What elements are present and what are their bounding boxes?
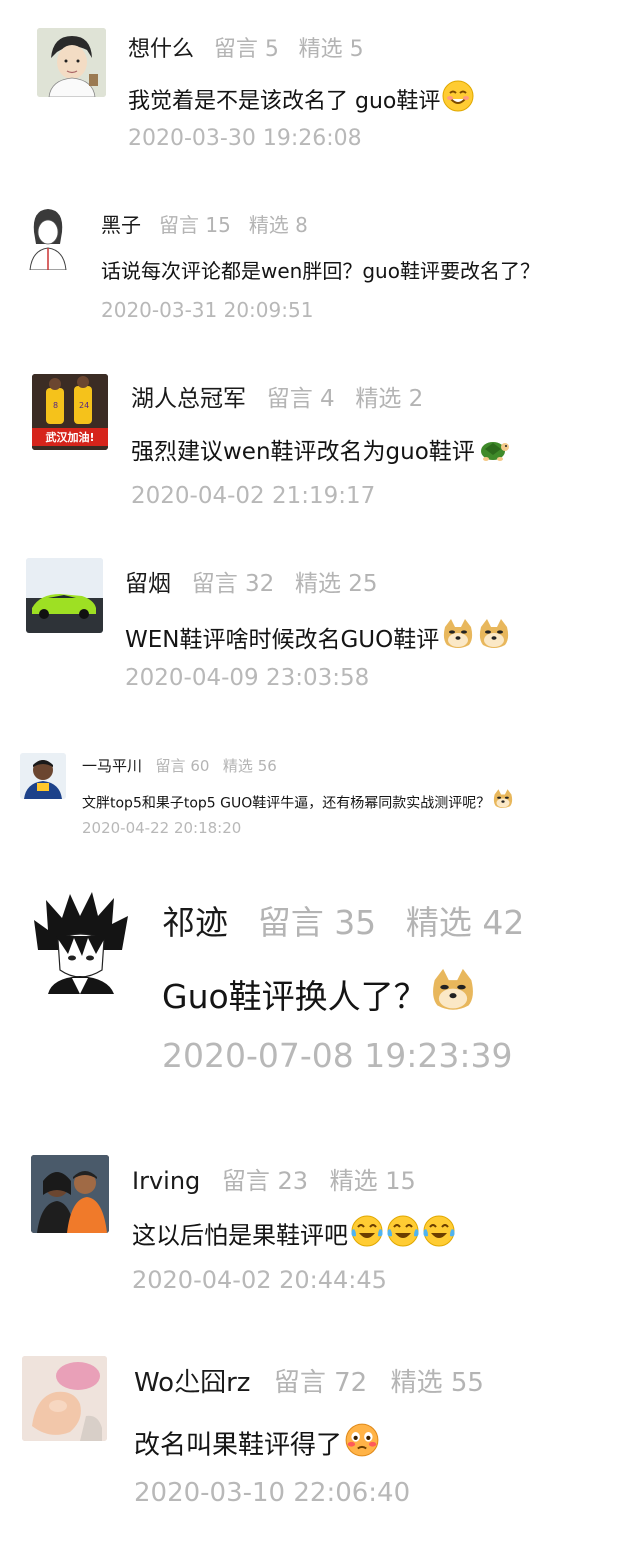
comment-meta: Irving 留言 23 精选 15: [132, 1161, 416, 1196]
comment-feed: { "comments": [ {"username": "想什么", "liu…: [0, 0, 640, 1550]
liuyan-label: 留言: [266, 386, 313, 412]
jingxuan-label: 精选: [294, 571, 341, 597]
tears-of-joy-emoji-icon: [350, 1214, 384, 1254]
comment-text: WEN鞋评啥时候改名GUO鞋评: [125, 617, 511, 657]
liuyan-count: 72: [334, 1368, 368, 1398]
jingxuan-count: 8: [295, 213, 308, 237]
sketch-girl-avatar-icon[interactable]: [24, 204, 72, 270]
comment-timestamp: 2020-04-02 20:44:45: [132, 1266, 387, 1294]
jingxuan-count: 15: [385, 1167, 416, 1195]
comment-text: 强烈建议wen鞋评改名为guo鞋评: [131, 432, 511, 469]
comment-text: 文胖top5和果子top5 GUO鞋评牛逼，还有杨幂同款实战测评呢？: [82, 788, 514, 814]
comment-meta: 一马平川 留言 60 精选 56: [82, 755, 277, 776]
liuyan-count: 32: [245, 571, 275, 597]
avatar-caption: 武汉加油!: [45, 430, 94, 444]
comment-timestamp: 2020-07-08 19:23:39: [162, 1036, 513, 1075]
comment-timestamp: 2020-04-09 23:03:58: [125, 665, 370, 691]
basketball-player-avatar-icon[interactable]: [20, 753, 66, 799]
comment-meta: 黑子 留言 15 精选 8: [101, 209, 308, 238]
comment-text-content: 文胖top5和果子top5 GUO鞋评牛逼，还有杨幂同款实战测评呢？: [82, 795, 491, 812]
green-supercar-avatar-icon[interactable]: [26, 558, 103, 633]
couple-photo-avatar-icon[interactable]: [31, 1155, 109, 1233]
tears-of-joy-emoji-icon: [386, 1214, 420, 1254]
liuyan-count: 60: [190, 757, 210, 775]
liuyan-label: 留言: [273, 1368, 326, 1398]
liuyan-label: 留言: [191, 571, 238, 597]
comment-meta: 想什么 留言 5 精选 5: [128, 31, 364, 63]
comment-meta: 留烟 留言 32 精选 25: [125, 564, 378, 598]
jingxuan-label: 精选: [248, 213, 289, 237]
cartoon-man-avatar-icon[interactable]: [37, 28, 106, 97]
username[interactable]: 一马平川: [82, 757, 142, 775]
jingxuan-label: 精选: [355, 386, 402, 412]
comment-text-content: 这以后怕是果鞋评吧: [132, 1221, 348, 1250]
username[interactable]: 留烟: [125, 571, 171, 597]
jingxuan-count: 56: [257, 757, 277, 775]
jingxuan-label: 精选: [298, 37, 343, 62]
doge-emoji-icon: [429, 966, 477, 1022]
username[interactable]: 黑子: [101, 213, 141, 237]
liuyan-count: 5: [264, 37, 279, 62]
comment-text: Guo鞋评换人了？: [162, 966, 477, 1022]
jingxuan-count: 5: [349, 37, 364, 62]
svg-text:24: 24: [79, 401, 89, 410]
liuyan-label: 留言: [155, 757, 186, 775]
svg-text:8: 8: [53, 401, 58, 410]
jingxuan-label: 精选: [390, 1368, 443, 1398]
flushed-emoji-icon: [344, 1422, 380, 1465]
comment-timestamp: 2020-04-22 20:18:20: [82, 819, 242, 837]
liuyan-label: 留言: [257, 903, 324, 942]
comment-timestamp: 2020-04-02 21:19:17: [131, 483, 376, 509]
jingxuan-label: 精选: [222, 757, 253, 775]
comment-timestamp: 2020-03-31 20:09:51: [101, 298, 314, 322]
liuyan-count: 4: [320, 386, 335, 412]
baby-hand-avatar-icon[interactable]: [22, 1356, 107, 1441]
comment-text: 话说每次评论都是wen胖回？guo鞋评要改名了？: [101, 255, 540, 284]
tears-of-joy-emoji-icon: [422, 1214, 456, 1254]
comment-text-content: 强烈建议wen鞋评改名为guo鞋评: [131, 439, 475, 465]
liuyan-label: 留言: [159, 213, 199, 237]
comment-timestamp: 2020-03-10 22:06:40: [134, 1478, 411, 1508]
liuyan-label: 留言: [213, 37, 258, 62]
username[interactable]: 湖人总冠军: [131, 386, 246, 412]
doge-emoji-icon: [441, 617, 475, 657]
jingxuan-count: 55: [450, 1368, 484, 1398]
blush-smile-emoji-icon: [442, 80, 474, 118]
turtle-emoji-icon: [477, 433, 511, 469]
jingxuan-count: 42: [482, 903, 525, 942]
comment-text-content: 改名叫果鞋评得了: [134, 1430, 343, 1461]
comment-text: 这以后怕是果鞋评吧: [132, 1214, 456, 1254]
doge-emoji-icon: [492, 788, 514, 814]
comment-text-content: WEN鞋评啥时候改名GUO鞋评: [125, 626, 440, 653]
username[interactable]: 祁迹: [162, 903, 228, 942]
doge-emoji-icon: [477, 617, 511, 657]
username[interactable]: 想什么: [128, 37, 194, 62]
liuyan-count: 23: [277, 1167, 309, 1195]
comment-text-content: 话说每次评论都是wen胖回？guo鞋评要改名了？: [101, 259, 540, 283]
jingxuan-label: 精选: [405, 903, 472, 942]
comment-text: 我觉着是不是该改名了 guo鞋评: [128, 80, 474, 118]
comment-text-content: Guo鞋评换人了？: [162, 977, 427, 1017]
username[interactable]: Irving: [132, 1167, 200, 1195]
liuyan-label: 留言: [221, 1167, 270, 1195]
jingxuan-label: 精选: [329, 1167, 378, 1195]
comment-meta: 祁迹 留言 35 精选 42: [162, 896, 524, 944]
liuyan-count: 15: [205, 213, 231, 237]
lakers-players-avatar-icon[interactable]: 8 24 武汉加油!: [32, 374, 108, 450]
comment-meta: 湖人总冠军 留言 4 精选 2: [131, 379, 423, 413]
comment-timestamp: 2020-03-30 19:26:08: [128, 126, 362, 151]
username[interactable]: Wo尐囧rz: [134, 1368, 250, 1398]
jingxuan-count: 2: [408, 386, 424, 412]
liuyan-count: 35: [334, 903, 377, 942]
jingxuan-count: 25: [348, 571, 378, 597]
comment-text-content: 我觉着是不是该改名了 guo鞋评: [128, 89, 441, 115]
anime-boy-avatar-icon[interactable]: [28, 890, 132, 994]
comment-meta: Wo尐囧rz 留言 72 精选 55: [134, 1362, 484, 1399]
comment-text: 改名叫果鞋评得了: [134, 1422, 380, 1465]
